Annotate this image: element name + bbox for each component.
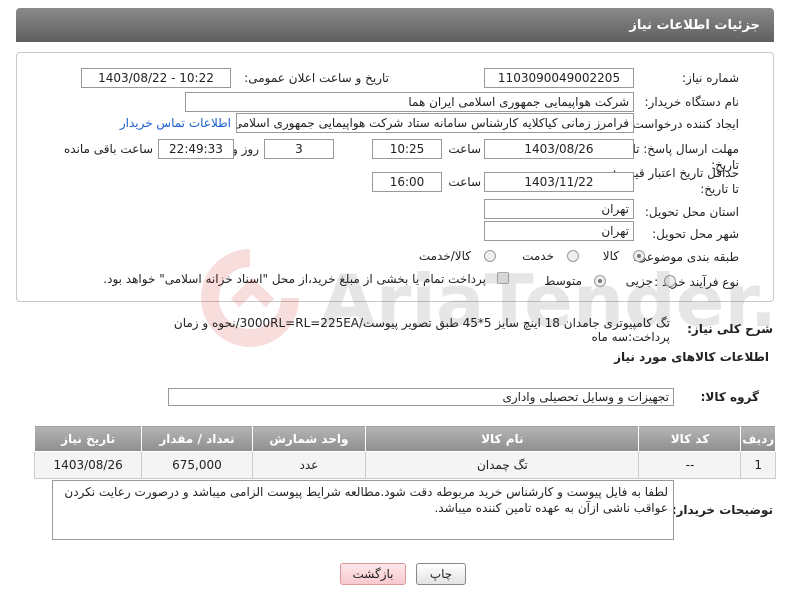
process-radio-medium[interactable]: [594, 275, 606, 287]
deadline-date-field: 1403/08/26: [484, 139, 634, 159]
col-header-code: کد کالا: [638, 425, 742, 452]
creator-field: فرامرز زمانی کیاکلایه کارشناس سامانه ستا…: [236, 113, 634, 133]
col-header-date: تاریخ نیاز: [33, 425, 143, 452]
buyer-notes-label: توضیحات خریدار:: [671, 503, 773, 517]
table-header-row: ردیف کد کالا نام کالا واحد شمارش تعداد /…: [33, 425, 776, 452]
validity-time-field: 16:00: [372, 172, 442, 192]
category-radio-goods[interactable]: [633, 250, 645, 262]
goods-info-heading: اطلاعات کالاهای مورد نیاز: [614, 350, 769, 364]
category-radio-service[interactable]: [567, 250, 579, 262]
col-header-unit: واحد شمارش: [251, 425, 367, 452]
province-label: استان محل تحویل:: [644, 205, 739, 219]
page-title: جزئیات اطلاعات نیاز: [629, 18, 760, 33]
goods-group-label: گروه کالا:: [700, 390, 759, 404]
category-option-service: خدمت: [522, 249, 554, 263]
category-radio-goods-service[interactable]: [484, 250, 496, 262]
need-number-field: 1103090049002205: [484, 68, 634, 88]
category-label: طبقه بندی موضوعی:: [632, 250, 739, 264]
process-option-medium: متوسط: [544, 274, 582, 288]
announce-date-field: 1403/08/22 - 10:22: [81, 68, 231, 88]
process-radio-minor[interactable]: [664, 275, 676, 287]
validity-time-label: ساعت: [448, 175, 481, 189]
back-button[interactable]: بازگشت: [340, 563, 406, 585]
province-field: تهران: [484, 199, 634, 219]
days-remaining-field: 3: [264, 139, 334, 159]
validity-date-field: 1403/11/22: [484, 172, 634, 192]
col-header-name: نام کالا: [365, 425, 640, 452]
category-option-goods: کالا: [602, 249, 619, 263]
col-header-quantity: تعداد / مقدار: [141, 425, 253, 452]
treasury-payment-checkbox[interactable]: [497, 272, 509, 284]
cell-date: 1403/08/26: [33, 451, 143, 479]
cell-code: --: [638, 451, 742, 479]
goods-group-field: تجهیزات و وسایل تحصیلی واداری: [168, 388, 674, 406]
city-field: تهران: [484, 221, 634, 241]
process-option-minor: جزیی: [625, 274, 653, 288]
buyer-org-field: شرکت هواپیمایی جمهوری اسلامی ایران هما: [185, 92, 634, 112]
cell-row: 1: [740, 451, 776, 479]
print-button[interactable]: چاپ: [416, 563, 466, 585]
col-header-row: ردیف: [740, 425, 776, 452]
need-number-label: شماره نیاز:: [682, 71, 739, 85]
days-label: روز و: [232, 142, 259, 156]
category-option-goods-service: کالا/خدمت: [418, 249, 471, 263]
time-remaining-label: ساعت باقی مانده: [63, 142, 153, 156]
buyer-org-label: نام دستگاه خریدار:: [644, 95, 740, 109]
table-row: 1 -- تگ چمدان عدد 675,000 1403/08/26: [33, 451, 776, 479]
cell-name: تگ چمدان: [365, 451, 640, 479]
items-table: ردیف کد کالا نام کالا واحد شمارش تعداد /…: [33, 425, 776, 479]
creator-label: ایجاد کننده درخواست:: [628, 117, 739, 131]
time-remaining-field: 22:49:33: [158, 139, 234, 159]
announce-date-label: تاریخ و ساعت اعلان عمومی:: [244, 71, 389, 85]
page-title-bar: جزئیات اطلاعات نیاز: [16, 8, 774, 42]
buyer-notes-field: لطفا به فایل پیوست و کارشناس خرید مربوطه…: [52, 480, 674, 540]
city-label: شهر محل تحویل:: [652, 227, 739, 241]
buyer-contact-link[interactable]: اطلاعات تماس خریدار: [120, 116, 231, 130]
description-text: تگ کامپیوتری جامدان 18 اینچ سایز 5*45 طب…: [173, 316, 670, 344]
treasury-payment-note: پرداخت تمام یا بخشی از مبلغ خرید،از محل …: [103, 272, 486, 286]
cell-quantity: 675,000: [141, 451, 253, 479]
description-label: شرح کلی نیاز:: [687, 322, 773, 336]
deadline-time-field: 10:25: [372, 139, 442, 159]
cell-unit: عدد: [251, 451, 367, 479]
deadline-time-label: ساعت: [448, 142, 481, 156]
